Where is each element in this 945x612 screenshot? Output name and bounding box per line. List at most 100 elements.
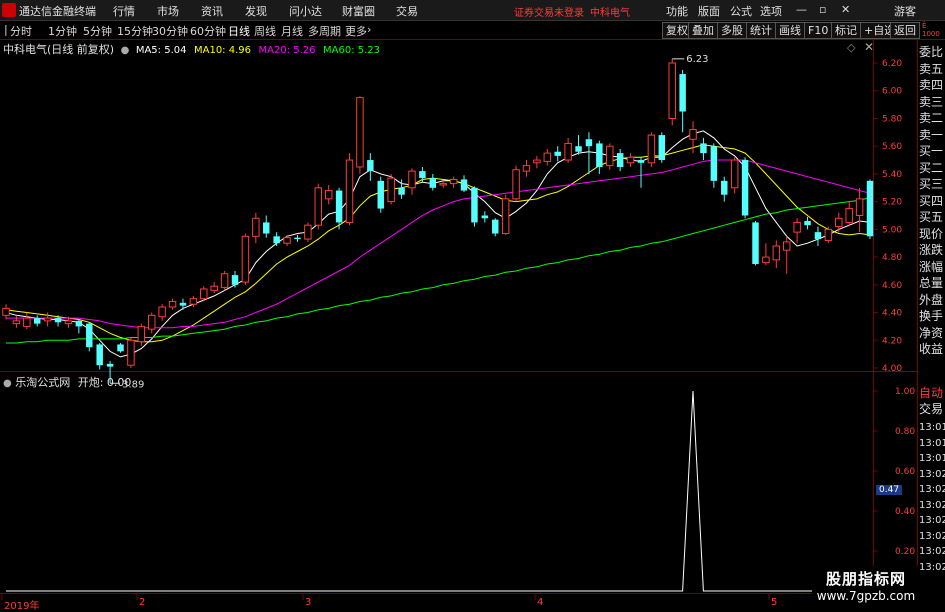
candle-body	[263, 222, 270, 234]
kline-chart[interactable]: 4.00 4.20 4.40 4.60 4.80 5.00 5.20 5.40 5.60 5.80…	[0, 0, 945, 609]
candle-body	[762, 256, 770, 264]
candle-body	[741, 160, 749, 216]
y-tick-label: 6.20	[882, 59, 902, 69]
ma-line-ma5	[5, 130, 871, 358]
ma-line-ma60	[6, 197, 871, 344]
side-time-label: 13:02	[919, 484, 945, 495]
candle-body	[158, 306, 166, 318]
candle-body	[231, 275, 239, 285]
candle-body	[335, 190, 343, 223]
candle-body	[34, 318, 41, 324]
date-label: 5	[771, 597, 778, 608]
high-price-label: 6.23	[686, 54, 708, 65]
candle-body	[419, 171, 426, 179]
side-order-label: 现价	[919, 226, 944, 241]
candle-body	[575, 146, 582, 152]
side-order-label: 卖三	[919, 94, 944, 109]
candle-body	[700, 143, 707, 154]
candle-body	[54, 318, 62, 323]
candle-body	[492, 219, 499, 234]
candle-body	[845, 208, 853, 223]
candle-body	[345, 159, 354, 223]
candle-body	[408, 170, 416, 189]
candle-body	[86, 323, 93, 348]
candle-body	[273, 236, 280, 244]
candle-body	[554, 151, 561, 156]
candle-body	[596, 143, 603, 167]
candle-body	[782, 241, 791, 251]
candle-body	[241, 235, 250, 283]
y-tick-label: 0.60	[895, 467, 915, 477]
candle-body	[200, 288, 208, 300]
candle-body	[283, 237, 291, 244]
side-order-label: 买二	[919, 160, 944, 175]
side-order-label: 涨跌	[919, 243, 944, 257]
candle-body	[148, 314, 156, 330]
candle-body	[324, 190, 333, 200]
watermark-title: 股朋指标网	[825, 570, 906, 588]
candle-body	[210, 285, 218, 291]
side-order-label: 换手	[919, 309, 944, 323]
candle-body	[96, 344, 103, 366]
candle-body	[23, 317, 31, 327]
candle-body	[647, 134, 656, 164]
side-order-label: 买四	[919, 193, 944, 208]
side-time-label: 13:02	[919, 515, 945, 526]
side-order-label: 外盘	[919, 292, 944, 307]
candle-body	[533, 159, 541, 164]
candle-body	[75, 320, 83, 327]
candle-body	[117, 344, 124, 352]
side-time-label: 13:01	[919, 437, 945, 449]
candle-body	[439, 183, 447, 186]
y-tick-label: 4.00	[882, 364, 902, 374]
side-order-label: 涨幅	[919, 259, 944, 274]
candle-body	[866, 180, 874, 237]
date-label: 4	[537, 597, 544, 608]
side-order-label: 卖一	[919, 127, 944, 142]
side-time-label: 13:02	[919, 561, 945, 573]
candle-body	[637, 160, 645, 163]
side-order-label: 净资	[919, 325, 944, 340]
candle-body	[189, 298, 198, 305]
y-tick-label: 1.00	[895, 387, 915, 397]
y-tick-label: 4.40	[882, 309, 902, 319]
side-divider	[917, 40, 918, 597]
side-time-label: 13:02	[919, 468, 945, 480]
candle-body	[543, 152, 552, 162]
low-price-label: 3.89	[122, 379, 144, 390]
y-tick-label: 4.60	[882, 281, 902, 291]
candle-body	[252, 217, 260, 237]
candle-body	[804, 221, 811, 226]
candle-body	[429, 178, 437, 188]
candle-body	[2, 307, 10, 316]
candle-body	[679, 74, 686, 112]
candle-body	[658, 135, 666, 161]
y-tick-label: 4.80	[882, 253, 902, 263]
ma-line-ma20	[6, 159, 871, 329]
side-order-label: 买五	[919, 210, 944, 224]
trade-label[interactable]: 交易	[919, 401, 945, 418]
candle-body	[367, 160, 374, 172]
candle-body	[512, 169, 520, 200]
candle-body	[12, 320, 21, 325]
y-tick-label: 5.00	[882, 225, 902, 235]
candle-body	[835, 217, 843, 228]
candle-body	[460, 179, 468, 191]
auto-label[interactable]: 自动	[919, 385, 945, 402]
candle-body	[377, 180, 384, 209]
side-order-label: 卖五	[919, 61, 944, 76]
candle-body	[793, 221, 801, 233]
candle-body	[137, 325, 146, 343]
watermark: 股朋指标网 www.7gpzb.com	[812, 566, 920, 606]
candle-body	[471, 187, 478, 223]
candle-body	[721, 180, 728, 195]
candle-body	[356, 97, 364, 168]
date-label: 3	[305, 597, 312, 608]
candle-body	[522, 165, 531, 172]
side-order-label: 总量	[919, 276, 944, 290]
side-order-label: 买三	[919, 177, 944, 191]
candle-body	[626, 156, 635, 164]
candle-body	[304, 224, 312, 240]
candle-body	[220, 273, 229, 289]
watermark-url: www.7gpzb.com	[816, 589, 916, 603]
